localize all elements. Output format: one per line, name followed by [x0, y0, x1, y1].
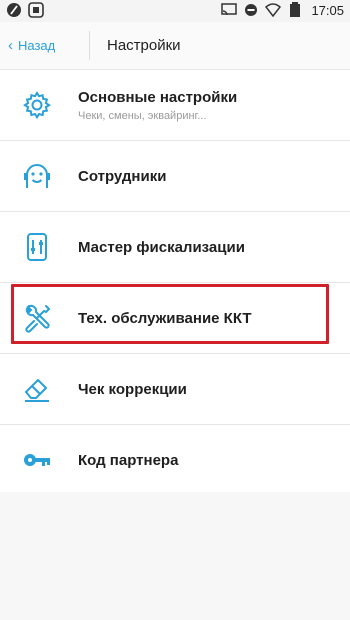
toolbar-divider: [89, 31, 90, 60]
empty-area: [0, 492, 350, 620]
battery-icon: [287, 2, 303, 18]
menu-item-label: Тех. обслуживание ККТ: [78, 309, 252, 327]
back-button[interactable]: ‹ Назад: [8, 22, 55, 69]
menu-item-label: Основные настройки: [78, 88, 238, 106]
status-bar: 17:05: [0, 0, 350, 22]
key-icon: [22, 445, 52, 475]
menu-item-correction-receipt[interactable]: Чек коррекции: [0, 354, 350, 425]
cast-icon: [221, 2, 238, 18]
menu-item-label: Чек коррекции: [78, 380, 187, 398]
tools-icon: [22, 303, 52, 333]
square-app-icon: [28, 2, 44, 18]
menu-item-label: Код партнера: [78, 451, 179, 469]
wifi-icon: [265, 2, 282, 18]
top-toolbar: ‹ Назад Настройки: [0, 22, 350, 70]
menu-item-kkt-maintenance[interactable]: Тех. обслуживание ККТ: [0, 283, 350, 354]
menu-item-label: Мастер фискализации: [78, 238, 245, 256]
menu-item-employees[interactable]: Сотрудники: [0, 141, 350, 212]
fiscal-device-icon: [22, 232, 52, 262]
menu-item-fiscalization-wizard[interactable]: Мастер фискализации: [0, 212, 350, 283]
person-face-icon: [22, 161, 52, 191]
gear-icon: [22, 90, 52, 120]
back-label: Назад: [18, 38, 56, 53]
status-time: 17:05: [311, 2, 344, 18]
do-not-disturb-icon: [243, 2, 259, 18]
page-title: Настройки: [107, 37, 181, 54]
menu-item-subtitle: Чеки, смены, эквайринг...: [78, 109, 207, 122]
slash-app-icon: [6, 2, 22, 18]
menu-item-partner-code[interactable]: Код партнера: [0, 425, 350, 496]
eraser-icon: [22, 374, 52, 404]
menu-item-main-settings[interactable]: Основные настройки Чеки, смены, эквайрин…: [0, 70, 350, 141]
chevron-left-icon: ‹: [8, 37, 13, 54]
settings-menu: Основные настройки Чеки, смены, эквайрин…: [0, 70, 350, 496]
menu-item-label: Сотрудники: [78, 167, 167, 185]
